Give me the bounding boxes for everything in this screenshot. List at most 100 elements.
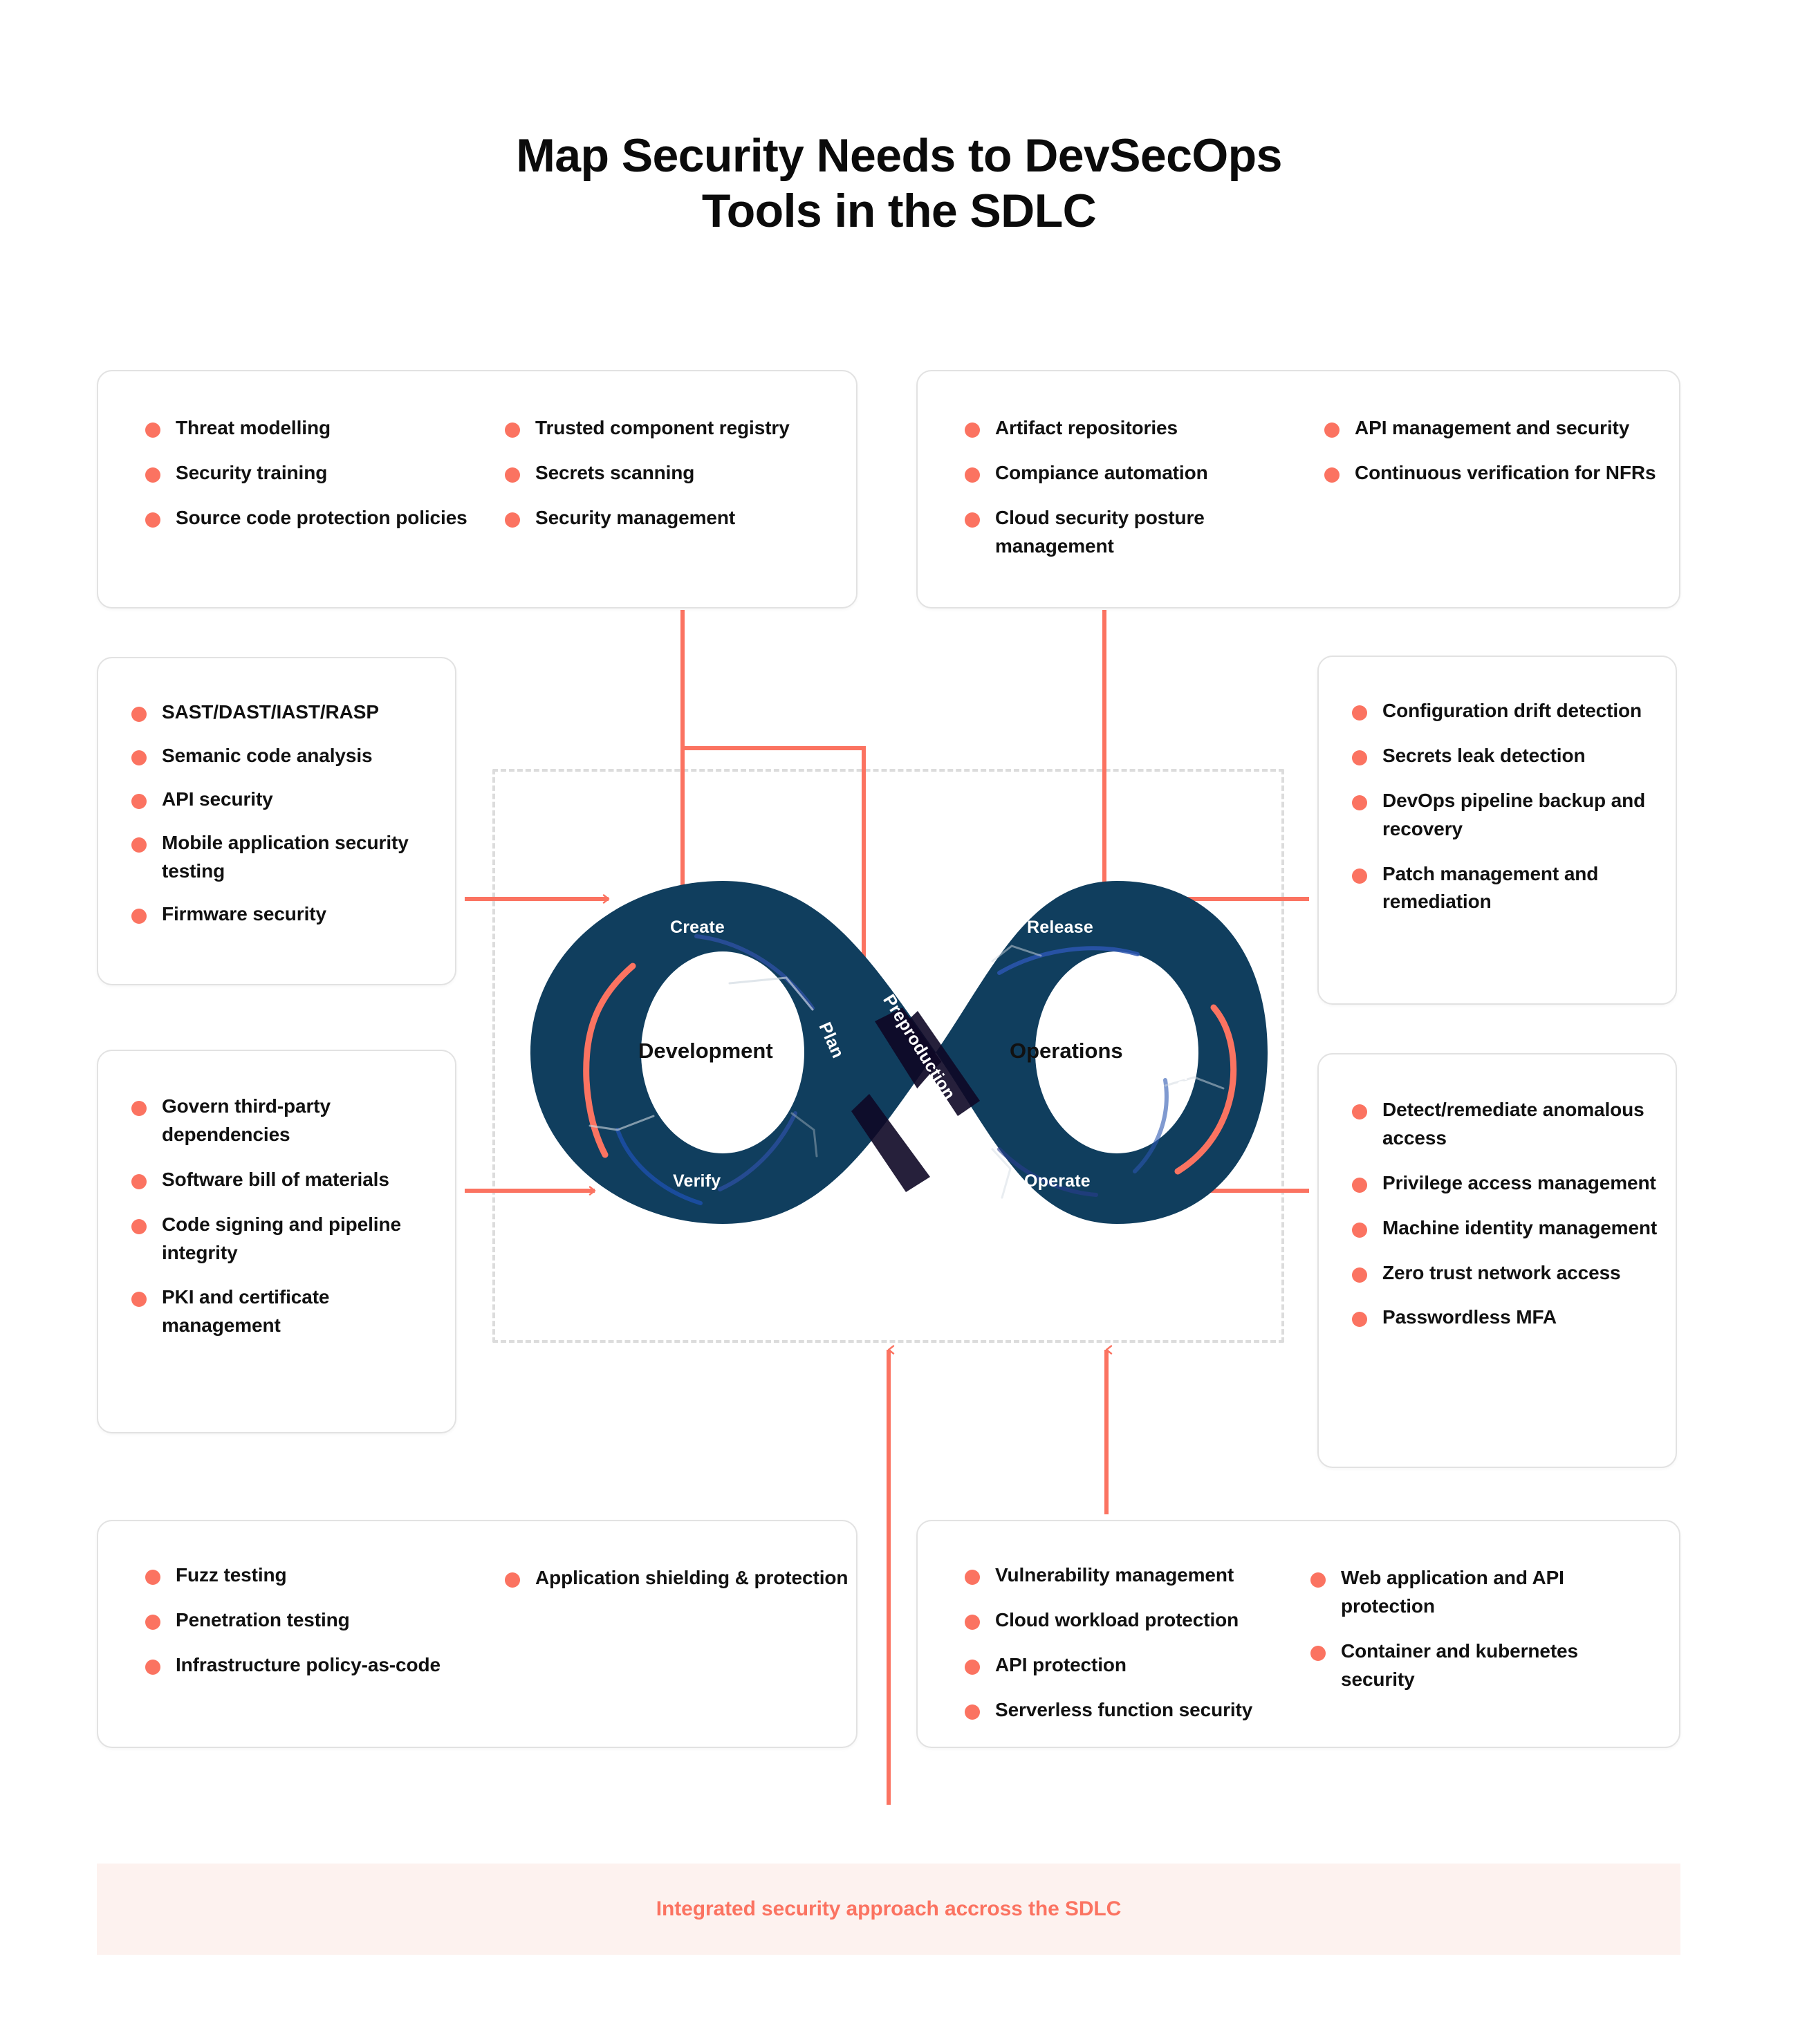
list-item: Detect/remediate anomalous access [1352, 1096, 1663, 1153]
list-item: Secrets scanning [505, 459, 851, 487]
list-item: Compiance automation [965, 459, 1324, 487]
bullet-dot-icon [131, 750, 147, 765]
infinity-loop-svg [530, 881, 1268, 1224]
list-item: PKI and certificate management [131, 1283, 443, 1340]
list-item-label: Security training [176, 461, 328, 483]
list-item-label: Secrets scanning [535, 461, 695, 483]
list-item-label: Cloud workload protection [995, 1608, 1239, 1630]
release-card-column-1: Artifact repositories Compiance automati… [965, 414, 1324, 561]
bullet-dot-icon [505, 512, 520, 528]
list-item: Govern third-party dependencies [131, 1093, 443, 1149]
list-item-label: Trusted component registry [535, 417, 790, 438]
list-item: Zero trust network access [1352, 1259, 1663, 1288]
loop-label-operate: Operate [1024, 1171, 1091, 1191]
runtime-card-column-1: Vulnerability management Cloud workload … [965, 1561, 1310, 1725]
bullet-dot-icon [131, 909, 147, 925]
list-item: Cloud security posture management [965, 504, 1324, 561]
release-card-column-2: API management and security Continuous v… [1324, 414, 1670, 487]
bullet-dot-icon [1352, 795, 1367, 810]
list-item-label: Mobile application security testing [162, 831, 409, 882]
list-item: Configuration drift detection [1352, 697, 1663, 725]
bullet-dot-icon [965, 1570, 980, 1585]
loop-center-development: Development [638, 1039, 773, 1063]
bullet-dot-icon [145, 512, 160, 528]
operate-card-column-1: Detect/remediate anomalous access Privil… [1352, 1096, 1663, 1332]
list-item-label: Secrets leak detection [1382, 744, 1586, 766]
page-title-line1: Map Security Needs to DevSecOps [516, 129, 1282, 182]
list-item: Secrets leak detection [1352, 742, 1663, 770]
list-item-label: Patch management and remediation [1382, 862, 1599, 913]
list-item-label: Serverless function security [995, 1698, 1253, 1720]
list-item: Application shielding & protection [505, 1564, 851, 1592]
list-item: Web application and API protection [1310, 1564, 1649, 1621]
bullet-dot-icon [1352, 705, 1367, 721]
bullet-dot-icon [131, 793, 147, 809]
list-item-label: Compiance automation [995, 461, 1208, 483]
list-item: Semanic code analysis [131, 742, 443, 770]
list-item: Mobile application security testing [131, 829, 443, 886]
bullet-dot-icon [145, 422, 160, 438]
list-item-label: Semanic code analysis [162, 744, 373, 766]
list-item-label: Fuzz testing [176, 1564, 287, 1586]
configure-phase-card: Configuration drift detection Secrets le… [1317, 656, 1677, 1005]
testing-card-column-1: Fuzz testing Penetration testing Infrast… [145, 1561, 505, 1680]
verify-phase-card: Govern third-party dependencies Software… [97, 1050, 456, 1433]
list-item: Privilege access management [1352, 1169, 1663, 1198]
bullet-dot-icon [965, 1614, 980, 1630]
list-item-label: Application shielding & protection [535, 1567, 849, 1588]
list-item: Patch management and remediation [1352, 860, 1663, 917]
operate-phase-card: Detect/remediate anomalous access Privil… [1317, 1053, 1677, 1468]
list-item-label: SAST/DAST/IAST/RASP [162, 701, 379, 723]
bullet-dot-icon [965, 512, 980, 528]
runtime-card-column-2: Web application and API protection Conta… [1310, 1561, 1649, 1694]
bullet-dot-icon [505, 422, 520, 438]
list-item-label: Web application and API protection [1341, 1567, 1564, 1617]
bullet-dot-icon [1352, 1177, 1367, 1193]
bullet-dot-icon [1324, 422, 1340, 438]
loop-label-create: Create [670, 918, 725, 937]
bullet-dot-icon [965, 422, 980, 438]
page-title-line2: Tools in the SDLC [701, 185, 1097, 238]
list-item-label: Container and kubernetes security [1341, 1639, 1579, 1690]
loop-label-verify: Verify [673, 1171, 721, 1191]
list-item-label: Passwordless MFA [1382, 1306, 1557, 1328]
list-item: Code signing and pipeline integrity [131, 1211, 443, 1267]
list-item: Serverless function security [965, 1696, 1310, 1725]
list-item: Security training [145, 459, 505, 487]
list-item: DevOps pipeline backup and recovery [1352, 787, 1663, 844]
list-item: Fuzz testing [145, 1561, 505, 1590]
list-item-label: Zero trust network access [1382, 1261, 1621, 1283]
list-item-label: DevOps pipeline backup and recovery [1382, 789, 1646, 839]
list-item-label: Configuration drift detection [1382, 700, 1642, 721]
plan-card-column-1: Threat modelling Security training Sourc… [145, 414, 505, 532]
bullet-dot-icon [965, 467, 980, 483]
list-item-label: Software bill of materials [162, 1168, 389, 1190]
bullet-dot-icon [145, 1570, 160, 1585]
verify-card-column-1: Govern third-party dependencies Software… [131, 1093, 443, 1340]
list-item: Artifact repositories [965, 414, 1324, 443]
list-item: Source code protection policies [145, 504, 505, 532]
bullet-dot-icon [1352, 1104, 1367, 1119]
list-item: Software bill of materials [131, 1166, 443, 1194]
bullet-dot-icon [1324, 467, 1340, 483]
list-item-label: Firmware security [162, 903, 326, 925]
diagram-canvas: Map Security Needs to DevSecOps Tools in… [0, 0, 1798, 2044]
page-title: Map Security Needs to DevSecOps Tools in… [0, 128, 1798, 239]
list-item: Trusted component registry [505, 414, 851, 443]
bullet-dot-icon [505, 1572, 520, 1588]
list-item: Vulnerability management [965, 1561, 1310, 1590]
list-item: Container and kubernetes security [1310, 1637, 1649, 1694]
list-item-label: Code signing and pipeline integrity [162, 1213, 401, 1263]
plan-phase-card: Threat modelling Security training Sourc… [97, 370, 858, 608]
bullet-dot-icon [131, 1292, 147, 1308]
list-item-label: Vulnerability management [995, 1564, 1234, 1586]
bullet-dot-icon [1310, 1645, 1326, 1661]
list-item-label: Source code protection policies [176, 506, 467, 528]
create-card-column-1: SAST/DAST/IAST/RASP Semanic code analysi… [131, 698, 443, 929]
list-item-label: Machine identity management [1382, 1216, 1658, 1238]
loop-label-release: Release [1027, 918, 1093, 937]
list-item-label: Security management [535, 506, 736, 528]
list-item-label: Threat modelling [176, 417, 331, 438]
create-phase-card: SAST/DAST/IAST/RASP Semanic code analysi… [97, 657, 456, 985]
loop-center-operations: Operations [1010, 1039, 1123, 1063]
